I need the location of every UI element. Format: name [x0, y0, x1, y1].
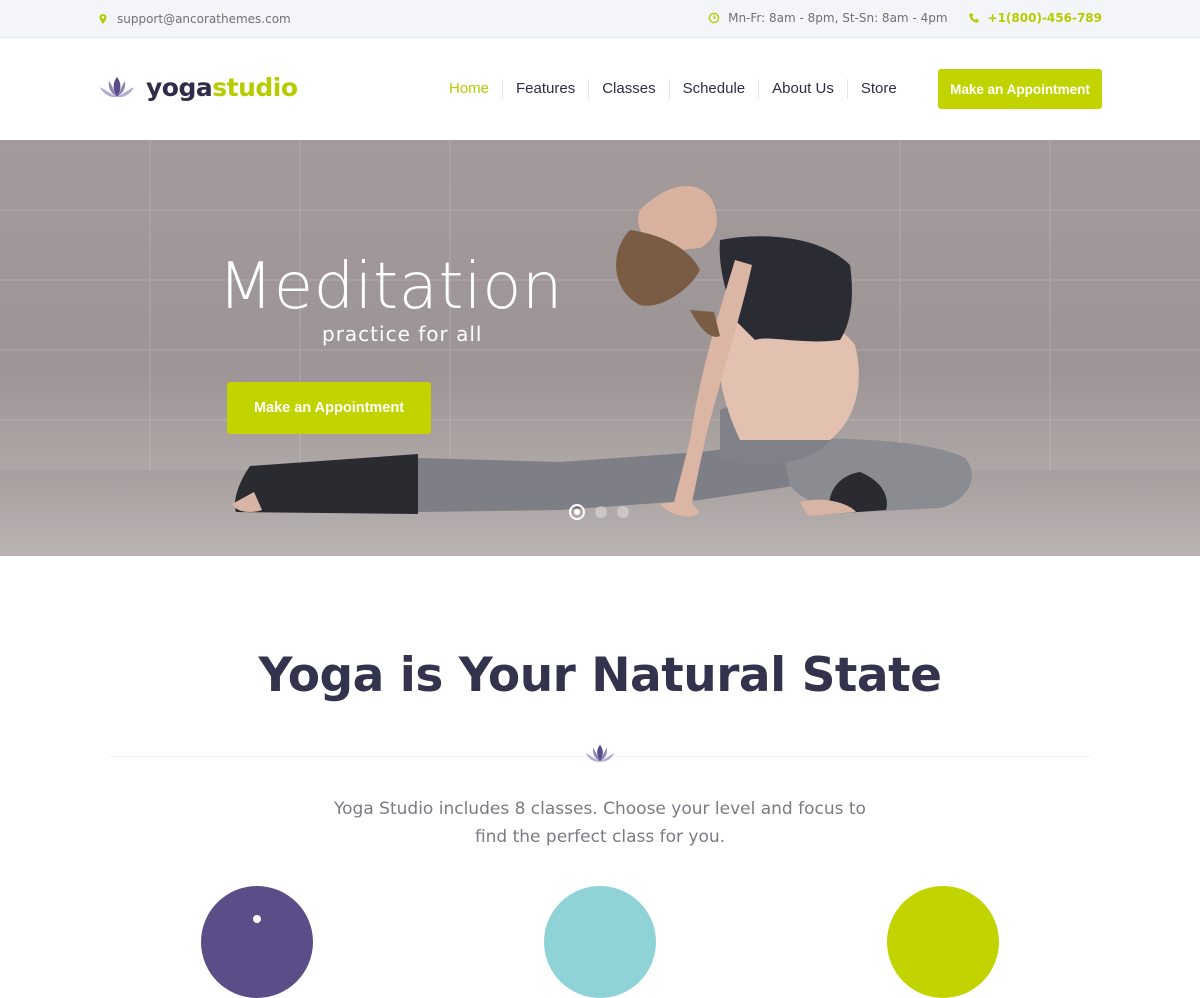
hero-title: Meditation [218, 250, 563, 324]
logo-text-yoga: yoga [146, 73, 213, 102]
clock-icon [708, 12, 720, 24]
topbar-email[interactable]: support@ancorathemes.com [97, 12, 291, 26]
slider-pagination [569, 504, 639, 520]
site-logo[interactable]: yoga studio [98, 73, 298, 102]
topbar-hours: Mn-Fr: 8am - 8pm, St-Sn: 8am - 4pm [708, 11, 948, 25]
phone-icon [968, 13, 979, 23]
topbar-phone[interactable]: +1(800)-456-789 [968, 11, 1102, 25]
main-nav: Home Features Classes Schedule About Us … [436, 79, 910, 99]
phone-text[interactable]: +1(800)-456-789 [988, 11, 1102, 25]
class-circle-purple[interactable] [201, 886, 313, 998]
lotus-divider-icon [582, 741, 618, 767]
nav-item-classes[interactable]: Classes [588, 79, 668, 99]
lotus-logo-icon [100, 76, 134, 97]
hours-text: Mn-Fr: 8am - 8pm, St-Sn: 8am - 4pm [728, 11, 948, 25]
class-circle-green[interactable] [887, 886, 999, 998]
slider-dot-2[interactable] [595, 506, 607, 518]
nav-item-about-us[interactable]: About Us [758, 79, 847, 99]
nav-item-store[interactable]: Store [846, 79, 910, 99]
section-description: Yoga Studio includes 8 classes. Choose y… [334, 799, 866, 847]
class-icon [253, 915, 261, 923]
section-title: Yoga is Your Natural State [258, 648, 942, 703]
nav-item-home[interactable]: Home [436, 79, 502, 99]
slider-dot-1[interactable] [569, 504, 585, 520]
hero-slider: Meditation practice for all Make an Appo… [0, 140, 1200, 556]
nav-item-features[interactable]: Features [502, 79, 588, 99]
header-appointment-button[interactable]: Make an Appointment [938, 69, 1102, 109]
top-bar: support@ancorathemes.com Mn-Fr: 8am - 8p… [0, 0, 1200, 38]
class-circle-teal[interactable] [544, 886, 656, 998]
yoga-pose-illustration [232, 186, 972, 517]
map-pin-icon [99, 14, 107, 24]
hero-appointment-button[interactable]: Make an Appointment [227, 382, 431, 434]
slider-dot-3[interactable] [617, 506, 629, 518]
nav-item-schedule[interactable]: Schedule [668, 79, 759, 99]
hero-subtitle: practice for all [322, 322, 483, 346]
email-text[interactable]: support@ancorathemes.com [117, 12, 291, 26]
site-header: yoga studio Home Features Classes Schedul… [0, 39, 1200, 140]
logo-text-studio: studio [212, 73, 298, 102]
